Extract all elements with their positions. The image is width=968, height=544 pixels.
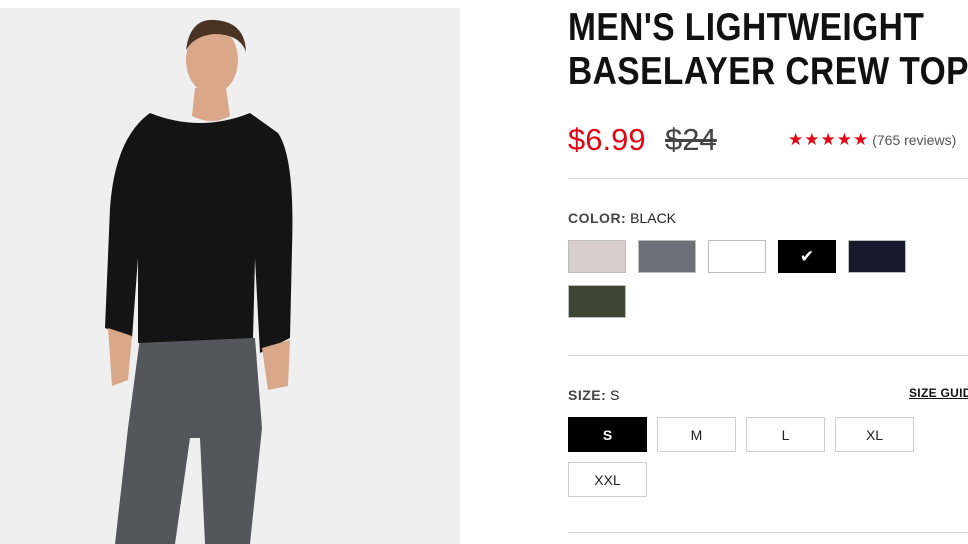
size-option-l[interactable]: L <box>746 417 825 452</box>
color-swatch[interactable] <box>638 240 696 273</box>
color-swatch[interactable]: ✔ <box>778 240 836 273</box>
color-swatch[interactable] <box>708 240 766 273</box>
size-option-s[interactable]: S <box>568 417 647 452</box>
size-option-xl[interactable]: XL <box>835 417 914 452</box>
divider <box>568 532 968 533</box>
divider <box>568 355 968 356</box>
size-guide-link[interactable]: SIZE GUIDE <box>909 386 968 400</box>
rating[interactable]: ★★★★★ (765 reviews) <box>788 130 956 150</box>
size-option-m[interactable]: M <box>657 417 736 452</box>
sale-price: $6.99 <box>568 122 646 157</box>
original-price: $24 <box>665 122 717 157</box>
color-selected-value: BLACK <box>630 210 677 226</box>
size-label: SIZE: S <box>568 387 620 403</box>
color-label-key: COLOR: <box>568 210 627 226</box>
product-info: MEN'S LIGHTWEIGHT BASELAYER CREW TOP $6.… <box>568 0 968 544</box>
product-title-line2: BASELAYER CREW TOP <box>568 50 968 93</box>
color-swatch[interactable] <box>848 240 906 273</box>
reviews-link[interactable]: (765 reviews) <box>872 132 956 148</box>
product-image[interactable] <box>0 8 460 544</box>
color-label: COLOR: BLACK <box>568 210 676 226</box>
size-option-xxl[interactable]: XXL <box>568 462 647 497</box>
color-swatch[interactable] <box>568 240 626 273</box>
model-illustration <box>105 19 293 544</box>
size-selected-value: S <box>610 387 620 403</box>
color-swatch[interactable] <box>568 285 626 318</box>
product-title-line1: MEN'S LIGHTWEIGHT <box>568 6 925 49</box>
product-title: MEN'S LIGHTWEIGHT BASELAYER CREW TOP <box>568 6 968 94</box>
price-row: $6.99 $24 ★★★★★ (765 reviews) <box>568 122 968 162</box>
divider <box>568 178 968 179</box>
star-icon: ★★★★★ <box>788 130 870 149</box>
size-label-key: SIZE: <box>568 387 607 403</box>
check-icon: ✔ <box>799 246 815 266</box>
